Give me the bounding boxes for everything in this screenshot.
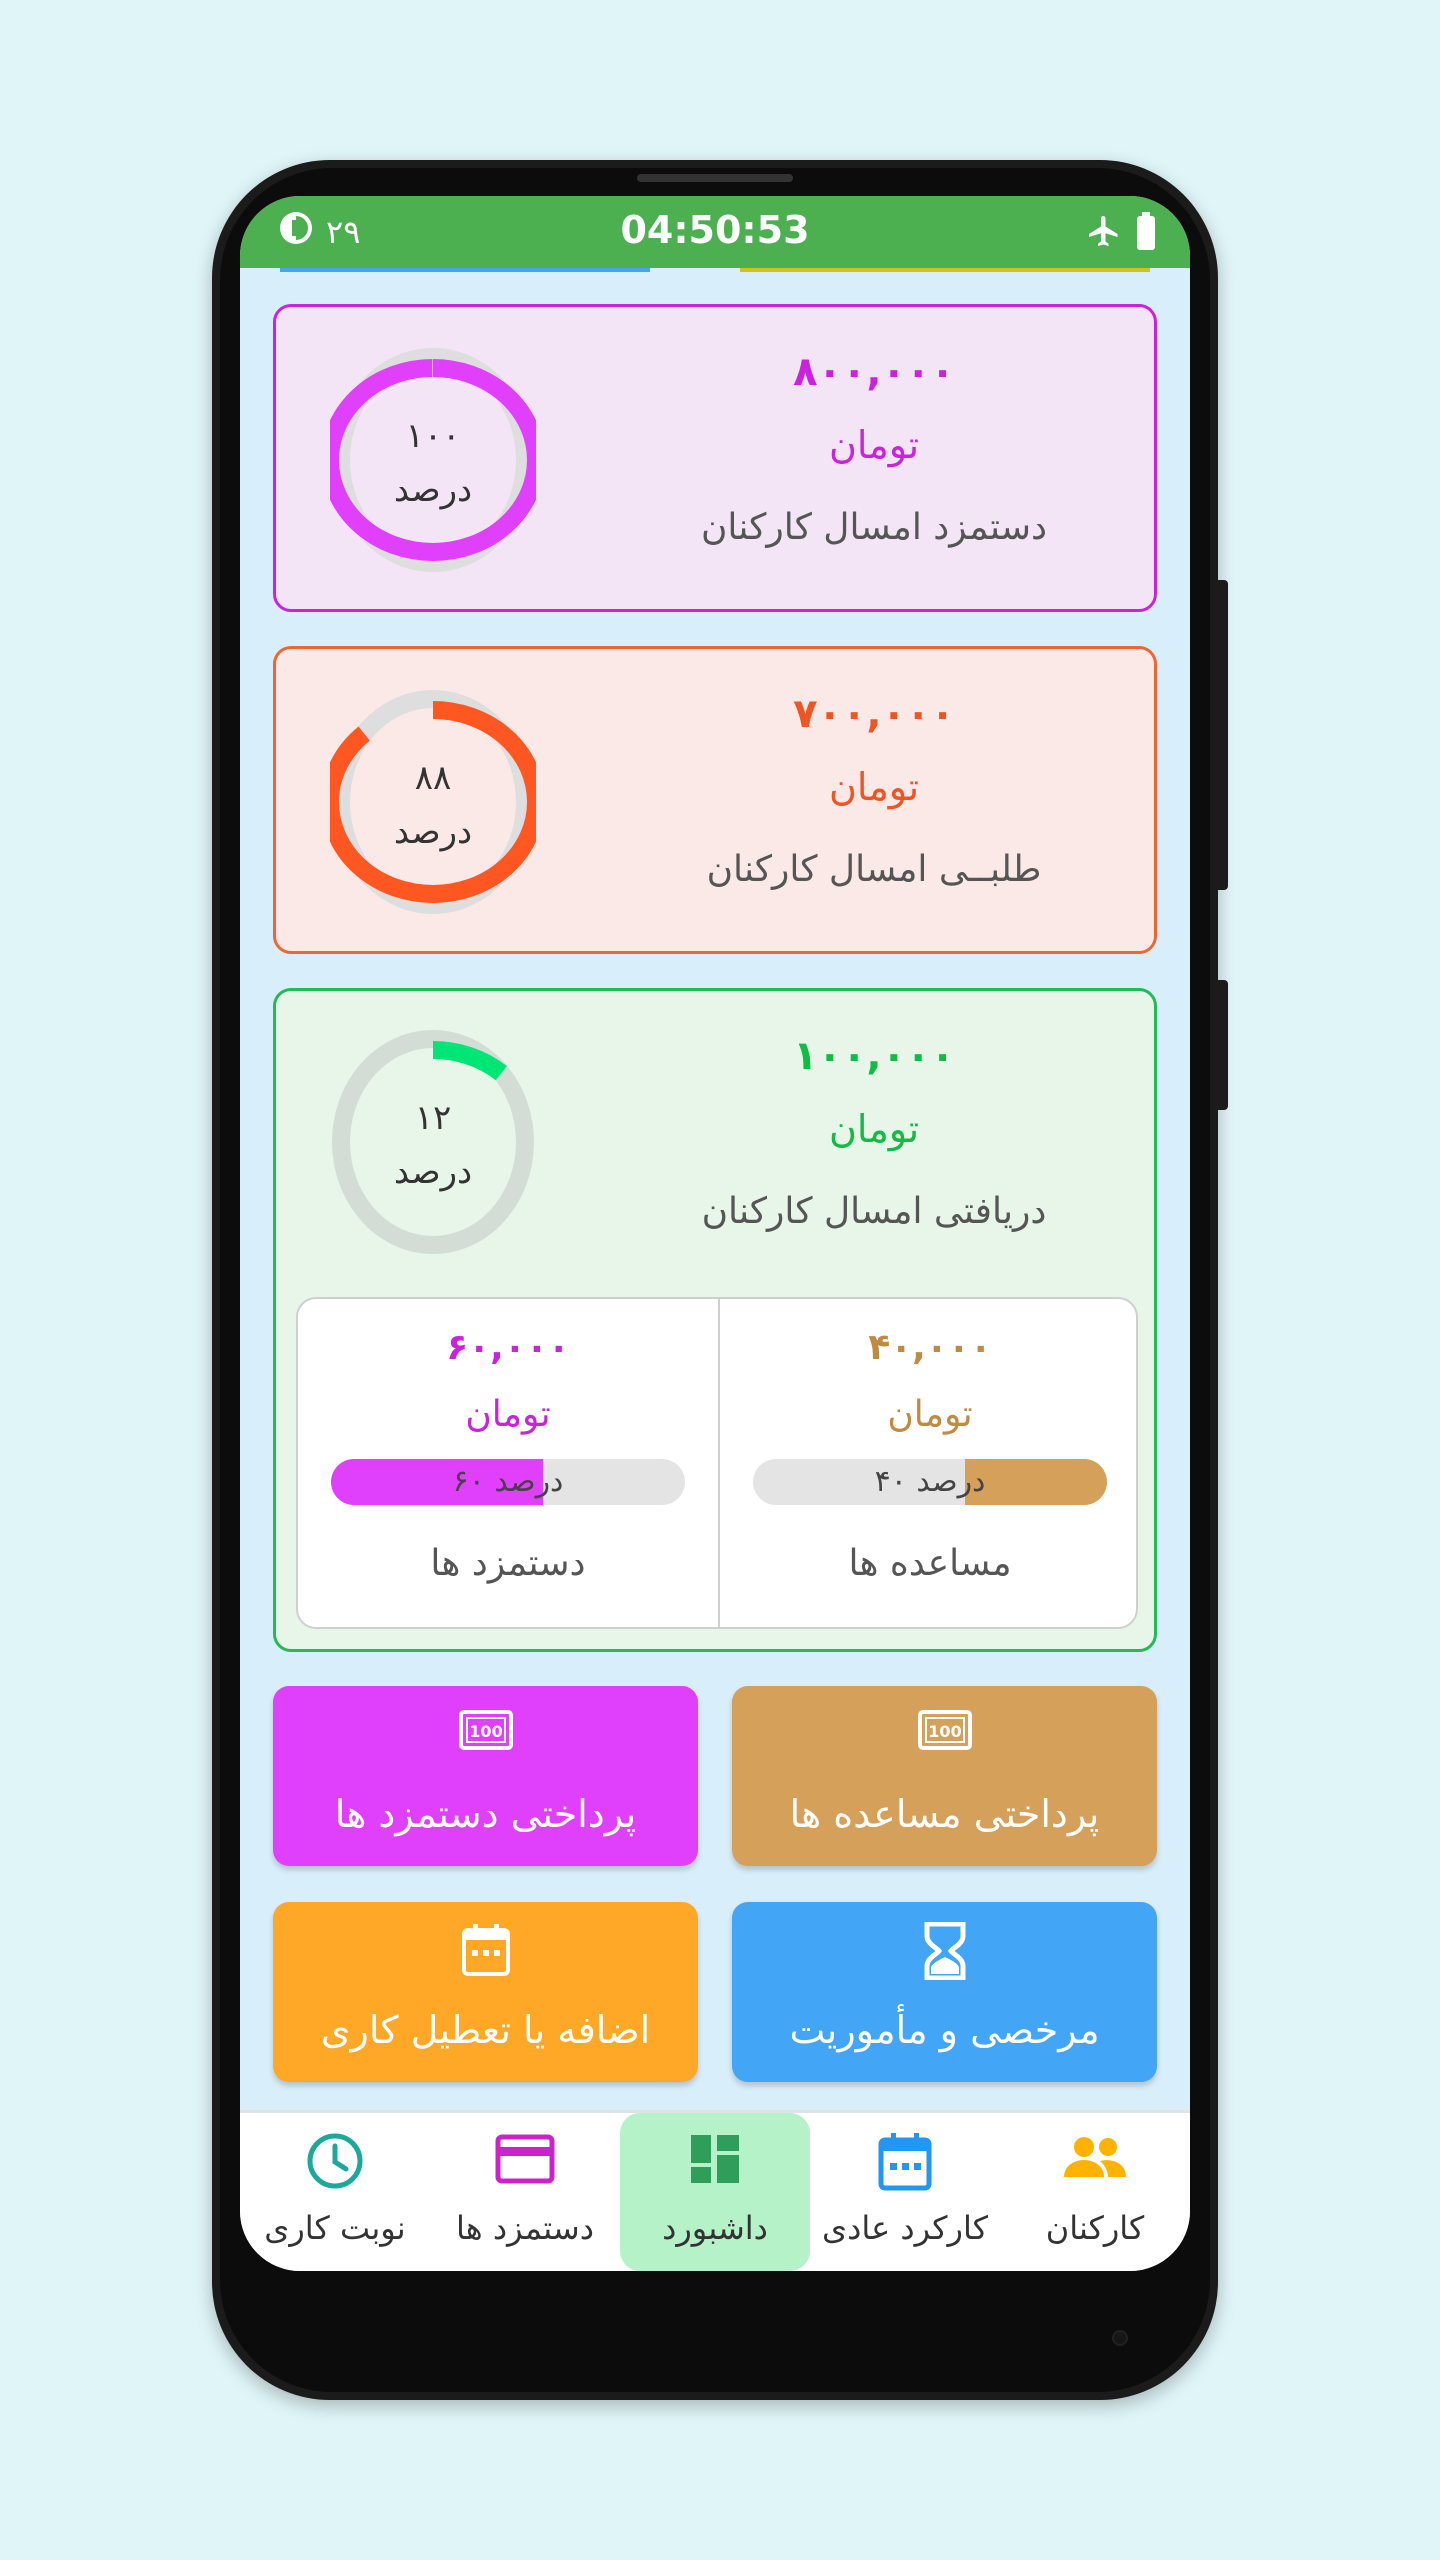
battery-icon	[1136, 212, 1156, 254]
nav-shift[interactable]: نوبت کاری	[240, 2113, 430, 2271]
volume-button	[1218, 580, 1228, 890]
advances-progress-bar: ۴۰ درصد	[753, 1459, 1107, 1505]
hourglass-icon	[732, 1922, 1157, 1980]
amount: ۷۰۰,۰۰۰	[793, 691, 955, 737]
money-icon: 100	[732, 1706, 1157, 1754]
advances-unit: تومان	[887, 1394, 973, 1435]
percent-word: درصد	[393, 812, 473, 852]
nav-wages-label: دستمزد ها	[456, 2209, 594, 2247]
percent-number: ۱۰۰	[405, 416, 461, 456]
phone-speaker	[637, 174, 793, 182]
nav-employees[interactable]: کارکنان	[1000, 2113, 1190, 2271]
money-icon: 100	[273, 1706, 698, 1754]
amount: ۱۰۰,۰۰۰	[793, 1033, 955, 1079]
svg-text:100: 100	[928, 1722, 961, 1741]
people-icon	[1000, 2131, 1190, 2183]
status-time: 04:50:53	[620, 208, 810, 252]
nav-shift-label: نوبت کاری	[264, 2209, 406, 2247]
wages-amount: ۶۰,۰۰۰	[446, 1327, 570, 1368]
nav-dashboard-label: داشبورد	[662, 2209, 768, 2247]
card-label: طلبــی امسال کارکنان	[706, 849, 1042, 890]
card-icon	[430, 2131, 620, 2187]
percent-word: درصد	[393, 470, 473, 510]
percent-word: درصد	[393, 1152, 473, 1192]
status-bar: ۲۹ 04:50:53	[240, 196, 1190, 268]
dashboard-icon	[620, 2131, 810, 2187]
card-yearly-claims: ۸۸ درصد ۷۰۰,۰۰۰ تومان طلبــی امسال کارکن…	[273, 646, 1157, 954]
nav-normal-work-label: کارکرد عادی	[822, 2209, 988, 2247]
status-underline-left	[280, 268, 650, 272]
leave-mission-button[interactable]: مرخصی و مأموریت	[732, 1902, 1157, 2082]
percent-number: ۸۸	[414, 758, 452, 798]
wages-progress-bar: ۶۰ درصد	[331, 1459, 685, 1505]
bottom-navigation: نوبت کاری دستمزد ها داشبورد کارکرد عادی	[240, 2110, 1190, 2271]
overtime-holiday-label: اضافه یا تعطیل کاری	[320, 2008, 651, 2052]
calendar-icon	[273, 1922, 698, 1978]
leave-mission-label: مرخصی و مأموریت	[789, 2008, 1100, 2052]
percent-number: ۱۲	[414, 1098, 452, 1138]
breakdown-panel: ۶۰,۰۰۰ تومان ۶۰ درصد دستمزد ها ۴۰,۰۰۰ تو…	[296, 1297, 1138, 1629]
advances-amount: ۴۰,۰۰۰	[868, 1327, 992, 1368]
pay-advances-label: پرداختی مساعده ها	[789, 1792, 1100, 1836]
calendar-icon	[810, 2131, 1000, 2191]
wages-label: دستمزد ها	[430, 1543, 586, 1584]
power-button	[1218, 980, 1228, 1110]
breakdown-wages: ۶۰,۰۰۰ تومان ۶۰ درصد دستمزد ها	[298, 1299, 718, 1627]
advances-progress-text: ۴۰ درصد	[874, 1464, 986, 1499]
pay-advances-button[interactable]: 100 پرداختی مساعده ها	[732, 1686, 1157, 1866]
amount: ۸۰۰,۰۰۰	[793, 349, 955, 395]
nav-wages[interactable]: دستمزد ها	[430, 2113, 620, 2271]
nav-dashboard[interactable]: داشبورد	[620, 2113, 810, 2271]
pay-wages-button[interactable]: 100 پرداختی دستمزد ها	[273, 1686, 698, 1866]
status-underline-right	[740, 268, 1150, 272]
currency-unit: تومان	[828, 423, 920, 467]
progress-ring: ۱۰۰ درصد	[330, 347, 536, 573]
currency-unit: تومان	[828, 1107, 920, 1151]
breakdown-advances: ۴۰,۰۰۰ تومان ۴۰ درصد مساعده ها	[720, 1299, 1140, 1627]
status-right	[1086, 212, 1156, 254]
nav-normal-work[interactable]: کارکرد عادی	[810, 2113, 1000, 2271]
card-yearly-received: ۱۲ درصد ۱۰۰,۰۰۰ تومان دریافتی امسال کارک…	[273, 988, 1157, 1652]
progress-ring: ۱۲ درصد	[330, 1029, 536, 1255]
currency-unit: تومان	[828, 765, 920, 809]
advances-label: مساعده ها	[848, 1543, 1012, 1584]
card-yearly-wages: ۱۰۰ درصد ۸۰۰,۰۰۰ تومان دستمزد امسال کارک…	[273, 304, 1157, 612]
wages-progress-text: ۶۰ درصد	[452, 1464, 564, 1499]
airplane-icon	[1086, 213, 1122, 253]
svg-text:100: 100	[469, 1722, 502, 1741]
sensor-dot	[1112, 2330, 1128, 2346]
app-screen: ۲۹ 04:50:53 ۱۰۰ درصد ۸۰۰,۰۰۰ تومان دستمز…	[240, 196, 1190, 2271]
card-label: دریافتی امسال کارکنان	[701, 1191, 1047, 1232]
card-label: دستمزد امسال کارکنان	[700, 507, 1048, 548]
progress-ring: ۸۸ درصد	[330, 689, 536, 915]
wages-unit: تومان	[465, 1394, 551, 1435]
pay-wages-label: پرداختی دستمزد ها	[334, 1792, 637, 1836]
clock-icon	[240, 2131, 430, 2191]
nav-employees-label: کارکنان	[1045, 2209, 1145, 2247]
overtime-holiday-button[interactable]: اضافه یا تعطیل کاری	[273, 1902, 698, 2082]
